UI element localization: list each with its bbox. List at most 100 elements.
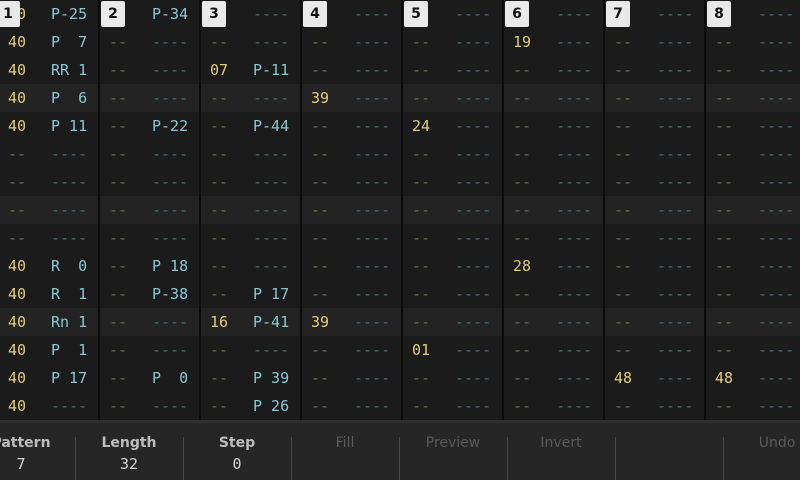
note-cell[interactable]: -- (109, 168, 127, 196)
param-cell[interactable]: ---- (758, 140, 794, 168)
param-cell[interactable]: ---- (152, 28, 188, 56)
param-cell[interactable]: ---- (758, 280, 794, 308)
note-cell[interactable]: -- (8, 140, 26, 168)
note-cell[interactable]: -- (311, 280, 329, 308)
note-cell[interactable]: -- (715, 280, 733, 308)
note-cell[interactable]: -- (513, 280, 531, 308)
param-cell[interactable]: ---- (354, 112, 390, 140)
param-cell[interactable]: R 0 (51, 252, 87, 280)
note-cell[interactable]: -- (513, 196, 531, 224)
note-cell[interactable]: -- (614, 168, 632, 196)
param-cell[interactable]: ---- (51, 224, 87, 252)
param-cell[interactable]: ---- (51, 168, 87, 196)
param-cell[interactable]: ---- (354, 336, 390, 364)
note-cell[interactable]: -- (109, 56, 127, 84)
param-cell[interactable]: ---- (51, 392, 87, 420)
note-cell[interactable]: -- (513, 112, 531, 140)
note-cell[interactable]: -- (412, 168, 430, 196)
param-cell[interactable]: ---- (657, 28, 693, 56)
note-cell[interactable]: -- (210, 224, 228, 252)
pattern-button[interactable]: Pattern 7 (0, 423, 75, 480)
note-cell[interactable]: -- (513, 336, 531, 364)
note-cell[interactable]: 01 (412, 336, 430, 364)
param-cell[interactable]: ---- (152, 196, 188, 224)
param-cell[interactable]: ---- (253, 28, 289, 56)
channel-header-8[interactable]: 8 (707, 1, 731, 27)
param-cell[interactable]: ---- (556, 28, 592, 56)
param-cell[interactable]: ---- (455, 252, 491, 280)
fill-button[interactable]: Fill (291, 423, 399, 480)
channel-header-6[interactable]: 6 (505, 1, 529, 27)
note-cell[interactable]: -- (210, 196, 228, 224)
param-cell[interactable]: ---- (556, 336, 592, 364)
param-cell[interactable]: ---- (758, 0, 794, 28)
param-cell[interactable]: ---- (253, 336, 289, 364)
note-cell[interactable]: -- (109, 392, 127, 420)
preview-button[interactable]: Preview (399, 423, 507, 480)
param-cell[interactable]: ---- (455, 280, 491, 308)
param-cell[interactable]: ---- (556, 112, 592, 140)
note-cell[interactable]: -- (513, 140, 531, 168)
note-cell[interactable]: -- (614, 280, 632, 308)
param-cell[interactable]: ---- (455, 392, 491, 420)
note-cell[interactable]: -- (614, 112, 632, 140)
param-cell[interactable]: ---- (455, 224, 491, 252)
note-cell[interactable]: -- (311, 56, 329, 84)
param-cell[interactable]: RR 1 (51, 56, 87, 84)
note-cell[interactable]: -- (614, 336, 632, 364)
note-cell[interactable]: -- (311, 196, 329, 224)
param-cell[interactable]: P 6 (51, 84, 87, 112)
param-cell[interactable]: ---- (354, 28, 390, 56)
param-cell[interactable]: ---- (556, 252, 592, 280)
step-button[interactable]: Step 0 (183, 423, 291, 480)
param-cell[interactable]: ---- (455, 84, 491, 112)
note-cell[interactable]: -- (513, 84, 531, 112)
param-cell[interactable]: ---- (556, 84, 592, 112)
note-cell[interactable]: -- (412, 280, 430, 308)
note-cell[interactable]: 40 (8, 336, 26, 364)
note-cell[interactable]: 39 (311, 308, 329, 336)
note-cell[interactable]: -- (311, 224, 329, 252)
note-cell[interactable]: 40 (8, 364, 26, 392)
param-cell[interactable]: ---- (455, 0, 491, 28)
param-cell[interactable]: P-11 (253, 56, 289, 84)
note-cell[interactable]: -- (412, 140, 430, 168)
param-cell[interactable]: P-25 (51, 0, 87, 28)
param-cell[interactable]: ---- (455, 56, 491, 84)
param-cell[interactable]: ---- (657, 280, 693, 308)
param-cell[interactable]: ---- (556, 280, 592, 308)
note-cell[interactable]: -- (715, 252, 733, 280)
param-cell[interactable]: ---- (657, 224, 693, 252)
param-cell[interactable]: ---- (152, 336, 188, 364)
param-cell[interactable]: ---- (758, 56, 794, 84)
note-cell[interactable]: -- (109, 364, 127, 392)
param-cell[interactable]: ---- (556, 392, 592, 420)
param-cell[interactable]: P 1 (51, 336, 87, 364)
note-cell[interactable]: -- (109, 252, 127, 280)
param-cell[interactable]: ---- (152, 168, 188, 196)
note-cell[interactable]: -- (8, 224, 26, 252)
note-cell[interactable]: -- (109, 84, 127, 112)
param-cell[interactable]: ---- (152, 140, 188, 168)
channel-header-7[interactable]: 7 (606, 1, 630, 27)
note-cell[interactable]: 19 (513, 28, 531, 56)
param-cell[interactable]: ---- (657, 56, 693, 84)
channel-header-1[interactable]: 1 (0, 1, 20, 27)
param-cell[interactable]: ---- (556, 196, 592, 224)
param-cell[interactable]: ---- (455, 112, 491, 140)
note-cell[interactable]: -- (614, 56, 632, 84)
param-cell[interactable]: ---- (253, 84, 289, 112)
param-cell[interactable]: ---- (51, 196, 87, 224)
param-cell[interactable]: ---- (657, 308, 693, 336)
param-cell[interactable]: ---- (354, 56, 390, 84)
note-cell[interactable]: -- (311, 168, 329, 196)
param-cell[interactable]: ---- (657, 252, 693, 280)
param-cell[interactable]: ---- (354, 168, 390, 196)
param-cell[interactable]: ---- (556, 0, 592, 28)
invert-button[interactable]: Invert (507, 423, 615, 480)
param-cell[interactable]: ---- (253, 196, 289, 224)
param-cell[interactable]: P-38 (152, 280, 188, 308)
param-cell[interactable]: ---- (253, 168, 289, 196)
note-cell[interactable]: -- (715, 140, 733, 168)
note-cell[interactable]: -- (311, 252, 329, 280)
